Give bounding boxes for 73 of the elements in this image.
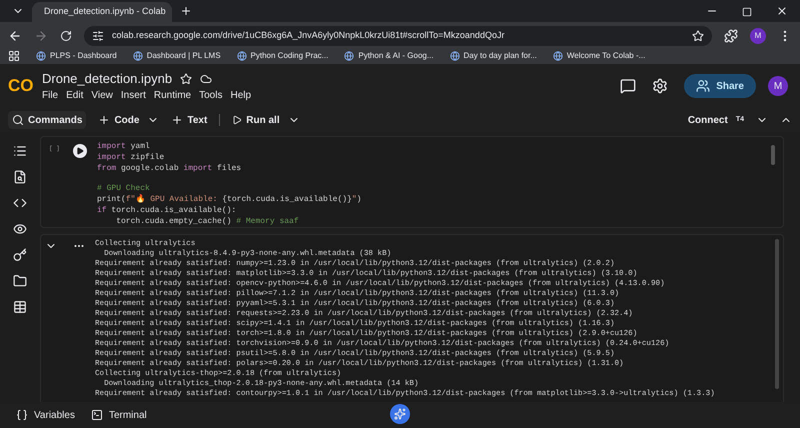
code-line: torch.cuda.empty_cache() # Memory saaf [115,216,300,227]
forward-icon[interactable] [34,29,48,43]
menu-item[interactable]: Runtime [154,88,192,104]
tab-title: Drone_detection.ipynb - Colab [44,5,166,18]
bookmark-link[interactable]: Dashboard | PL LMS [132,50,221,62]
code-line: if torch.cuda.is_available(): [97,205,238,216]
table-icon[interactable] [13,300,27,314]
site-icon [552,51,563,61]
search-icon [12,114,24,126]
menu-item[interactable]: View [91,88,113,104]
people-icon [696,79,710,93]
notebook-title[interactable]: Drone_detection.ipynb [42,68,172,88]
code-line: import zipfile [97,152,166,163]
back-icon[interactable] [8,29,22,43]
cloud-icon [200,72,212,84]
menu-item[interactable]: File [42,88,58,104]
bookmark-link[interactable]: PLPS - Dashboard [36,50,117,62]
site-icon [450,51,460,61]
bookmark-star-icon[interactable] [692,30,704,42]
commands-button[interactable]: Commands [8,111,86,129]
extensions-icon[interactable] [724,29,738,43]
folder-icon[interactable] [13,274,27,288]
add-code-button[interactable]: Code [98,112,140,128]
menu-item[interactable]: Insert [120,88,146,104]
play-icon [232,115,242,125]
braces-icon [16,409,28,421]
play-icon [76,147,84,155]
run-all-button[interactable]: Run all [232,112,280,128]
code-icon[interactable] [13,196,27,210]
reload-icon[interactable] [60,30,72,42]
site-icon [344,51,354,61]
new-tab-icon[interactable] [180,5,192,17]
browser-tab[interactable]: Drone_detection.ipynb - Colab [32,2,172,22]
site-info-icon[interactable] [92,30,104,42]
site-icon [36,51,46,61]
bookmark-link[interactable]: Welcome To Colab -... [552,50,646,62]
bookmark-link[interactable]: Day to day plan for... [450,50,537,62]
gemini-button[interactable] [390,404,410,424]
toc-icon[interactable] [13,144,27,158]
sparkle-icon [394,408,406,420]
code-line: import yaml [97,141,151,152]
code-line: from google.colab import files [97,163,242,174]
add-text-button[interactable]: Text [171,112,208,128]
code-line: # GPU Check [97,183,151,194]
terminal-button[interactable]: Terminal [90,408,147,422]
bookmark-link[interactable]: Python & AI - Goog... [344,50,434,62]
site-icon [132,51,143,61]
share-button[interactable]: Share [684,74,756,98]
code-line: print(f"🔥 GPU Available: {torch.cuda.is_available()}") [97,194,362,205]
plus-icon [171,114,184,126]
settings-icon[interactable] [652,78,668,94]
apps-icon[interactable] [8,50,20,62]
restore-icon[interactable] [742,7,752,17]
menu-item[interactable]: Edit [66,88,84,104]
menu-item[interactable]: Help [230,88,252,104]
address-bar[interactable]: colab.research.google.com/drive/1uCB6xg6A_JnvA6yly0NnpkL0krzUi81t#scrollTo=MkzoanddQoJr [84,26,712,46]
colab-logo[interactable]: CO [8,73,38,99]
run-cell-button[interactable] [73,144,87,158]
profile-avatar[interactable]: M [750,28,766,44]
terminal-icon [90,409,103,421]
find-icon[interactable] [13,170,27,184]
user-avatar[interactable]: M [768,76,788,96]
eye-icon[interactable] [13,222,27,236]
comment-icon[interactable] [620,78,636,94]
plus-icon [98,114,110,126]
key-icon[interactable] [13,248,27,262]
variables-button[interactable]: Variables [16,408,75,422]
bookmark-link[interactable]: Python Coding Prac... [236,50,328,62]
menu-item[interactable]: Tools [199,88,222,104]
url-text: colab.research.google.com/drive/1uCB6xg6A_JnvA6yly0NnpkL0krzUi81t#scrollTo=MkzoanddQoJr [112,29,506,42]
star-icon[interactable] [180,72,192,84]
close-window-icon[interactable] [776,5,788,17]
site-icon [236,51,247,61]
